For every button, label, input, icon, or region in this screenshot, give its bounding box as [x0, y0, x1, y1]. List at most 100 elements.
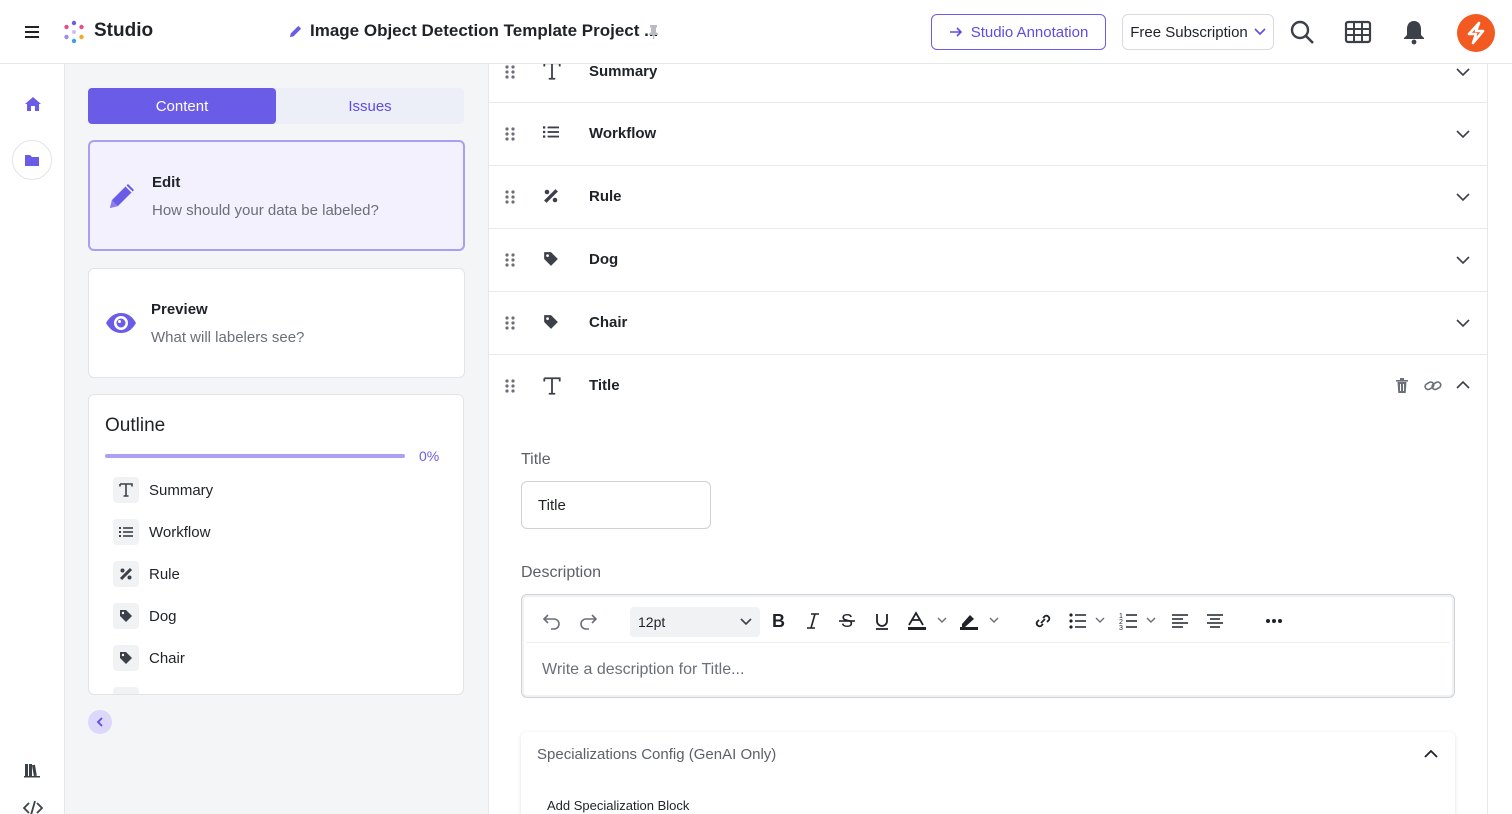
- tag-icon: [543, 314, 561, 332]
- preview-card-title: Preview: [151, 301, 208, 318]
- section-row-workflow[interactable]: Workflow: [489, 103, 1487, 166]
- outline-panel: Outline 0% Summary Workflow Rule Dog Cha…: [88, 394, 464, 695]
- outline-item[interactable]: Workflow: [113, 519, 210, 545]
- drag-handle-icon[interactable]: [504, 190, 516, 204]
- tag-icon: [113, 603, 139, 629]
- text-color-icon[interactable]: [906, 611, 950, 631]
- edit-card-subtitle: How should your data be labeled?: [152, 202, 379, 219]
- chevron-up-icon[interactable]: [1455, 377, 1471, 393]
- subscription-dropdown[interactable]: Free Subscription: [1122, 14, 1274, 50]
- numbered-list-icon[interactable]: 123: [1119, 611, 1163, 631]
- home-icon[interactable]: [23, 94, 43, 114]
- tab-bar: Content Issues: [88, 88, 464, 124]
- tab-issues[interactable]: Issues: [276, 88, 464, 124]
- more-icon[interactable]: [1264, 611, 1284, 631]
- description-editor[interactable]: 12pt B S 123 Write a description for Tit…: [521, 594, 1455, 698]
- link-icon[interactable]: [1424, 378, 1442, 394]
- outline-item-label: Dog: [149, 607, 177, 625]
- section-label: Summary: [589, 64, 658, 80]
- section-row-dog[interactable]: Dog: [489, 229, 1487, 292]
- rule-icon: [113, 561, 139, 587]
- chevron-left-icon: [96, 717, 103, 727]
- project-title[interactable]: Image Object Detection Template Project …: [310, 21, 658, 41]
- chevron-down-icon[interactable]: [1455, 126, 1471, 142]
- undo-icon[interactable]: [542, 611, 562, 631]
- align-center-icon[interactable]: [1205, 611, 1225, 631]
- text-icon: [113, 477, 139, 503]
- drag-handle-icon[interactable]: [504, 253, 516, 267]
- pin-icon[interactable]: [647, 24, 660, 40]
- preview-card-subtitle: What will labelers see?: [151, 329, 305, 346]
- text-icon: [543, 377, 561, 395]
- specializations-config-title[interactable]: Specializations Config (GenAI Only): [537, 746, 776, 763]
- font-size-select[interactable]: 12pt: [630, 607, 760, 637]
- subscription-label: Free Subscription: [1130, 23, 1248, 41]
- collapse-panel-button[interactable]: [88, 710, 112, 734]
- outline-item[interactable]: Rule: [113, 561, 180, 587]
- description-label: Description: [521, 564, 602, 581]
- studio-annotation-button[interactable]: Studio Annotation: [931, 14, 1106, 50]
- section-row-chair[interactable]: Chair: [489, 292, 1487, 355]
- drag-handle-icon[interactable]: [504, 127, 516, 141]
- library-icon[interactable]: [23, 761, 43, 781]
- section-label: Title: [589, 377, 620, 394]
- preview-card[interactable]: Preview What will labelers see?: [88, 268, 465, 378]
- font-size-value: 12pt: [638, 614, 666, 630]
- drag-handle-icon[interactable]: [504, 379, 516, 393]
- outline-progress-bar: [105, 454, 405, 458]
- outline-item-label: Rule: [149, 565, 180, 583]
- outline-item-label: Workflow: [149, 523, 211, 541]
- folder-button[interactable]: [12, 140, 52, 180]
- underline-icon[interactable]: [872, 611, 892, 631]
- title-input[interactable]: [521, 481, 711, 529]
- bell-icon[interactable]: [1400, 18, 1428, 46]
- outline-item[interactable]: Chair: [113, 645, 185, 671]
- top-bar: Studio Image Object Detection Template P…: [0, 0, 1512, 64]
- menu-icon[interactable]: [22, 22, 42, 42]
- section-label: Rule: [589, 188, 622, 205]
- highlight-icon[interactable]: [958, 611, 1002, 631]
- app-brand[interactable]: Studio: [94, 20, 153, 42]
- logo-icon: [62, 20, 86, 44]
- chevron-down-icon[interactable]: [1455, 315, 1471, 331]
- section-row-rule[interactable]: Rule: [489, 166, 1487, 229]
- tag-icon: [113, 645, 139, 671]
- outline-item[interactable]: Dog: [113, 603, 177, 629]
- outline-item-label: Chair: [149, 649, 185, 667]
- bold-icon[interactable]: B: [768, 611, 788, 631]
- italic-icon[interactable]: [803, 611, 823, 631]
- tag-icon: [543, 251, 561, 269]
- add-specialization-block-button[interactable]: Add Specialization Block: [547, 798, 689, 813]
- chevron-down-icon[interactable]: [1455, 64, 1471, 80]
- outline-item[interactable]: Summary: [113, 477, 213, 503]
- apps-grid-icon[interactable]: [1344, 18, 1372, 46]
- strikethrough-icon[interactable]: S: [837, 611, 857, 631]
- tab-content[interactable]: Content: [88, 88, 276, 124]
- edit-title-icon[interactable]: [288, 24, 303, 39]
- bullet-list-icon[interactable]: [1068, 611, 1112, 631]
- drag-handle-icon[interactable]: [504, 65, 516, 79]
- list-icon: [543, 125, 561, 143]
- chevron-down-icon[interactable]: [1455, 252, 1471, 268]
- chevron-down-icon[interactable]: [1455, 189, 1471, 205]
- edit-card[interactable]: Edit How should your data be labeled?: [88, 140, 465, 251]
- section-row-title[interactable]: Title: [489, 355, 1487, 418]
- search-icon[interactable]: [1288, 18, 1316, 46]
- code-icon[interactable]: [23, 800, 43, 814]
- redo-icon[interactable]: [578, 611, 598, 631]
- specializations-config-panel: Specializations Config (GenAI Only) Add …: [521, 732, 1455, 814]
- arrow-right-icon: [949, 27, 962, 37]
- align-left-icon[interactable]: [1170, 611, 1190, 631]
- main-editor: Summary Workflow Rule Dog Chair Title Ti…: [488, 64, 1488, 814]
- trash-icon[interactable]: [1395, 378, 1409, 394]
- avatar[interactable]: [1457, 14, 1495, 52]
- edit-card-title: Edit: [152, 174, 181, 191]
- rule-icon: [543, 188, 561, 206]
- section-label: Dog: [589, 251, 619, 268]
- folder-icon: [25, 155, 39, 166]
- section-row-summary[interactable]: Summary: [489, 64, 1487, 103]
- chevron-up-icon[interactable]: [1423, 746, 1439, 762]
- drag-handle-icon[interactable]: [504, 316, 516, 330]
- link-icon[interactable]: [1033, 611, 1053, 631]
- outline-heading: Outline: [105, 415, 166, 436]
